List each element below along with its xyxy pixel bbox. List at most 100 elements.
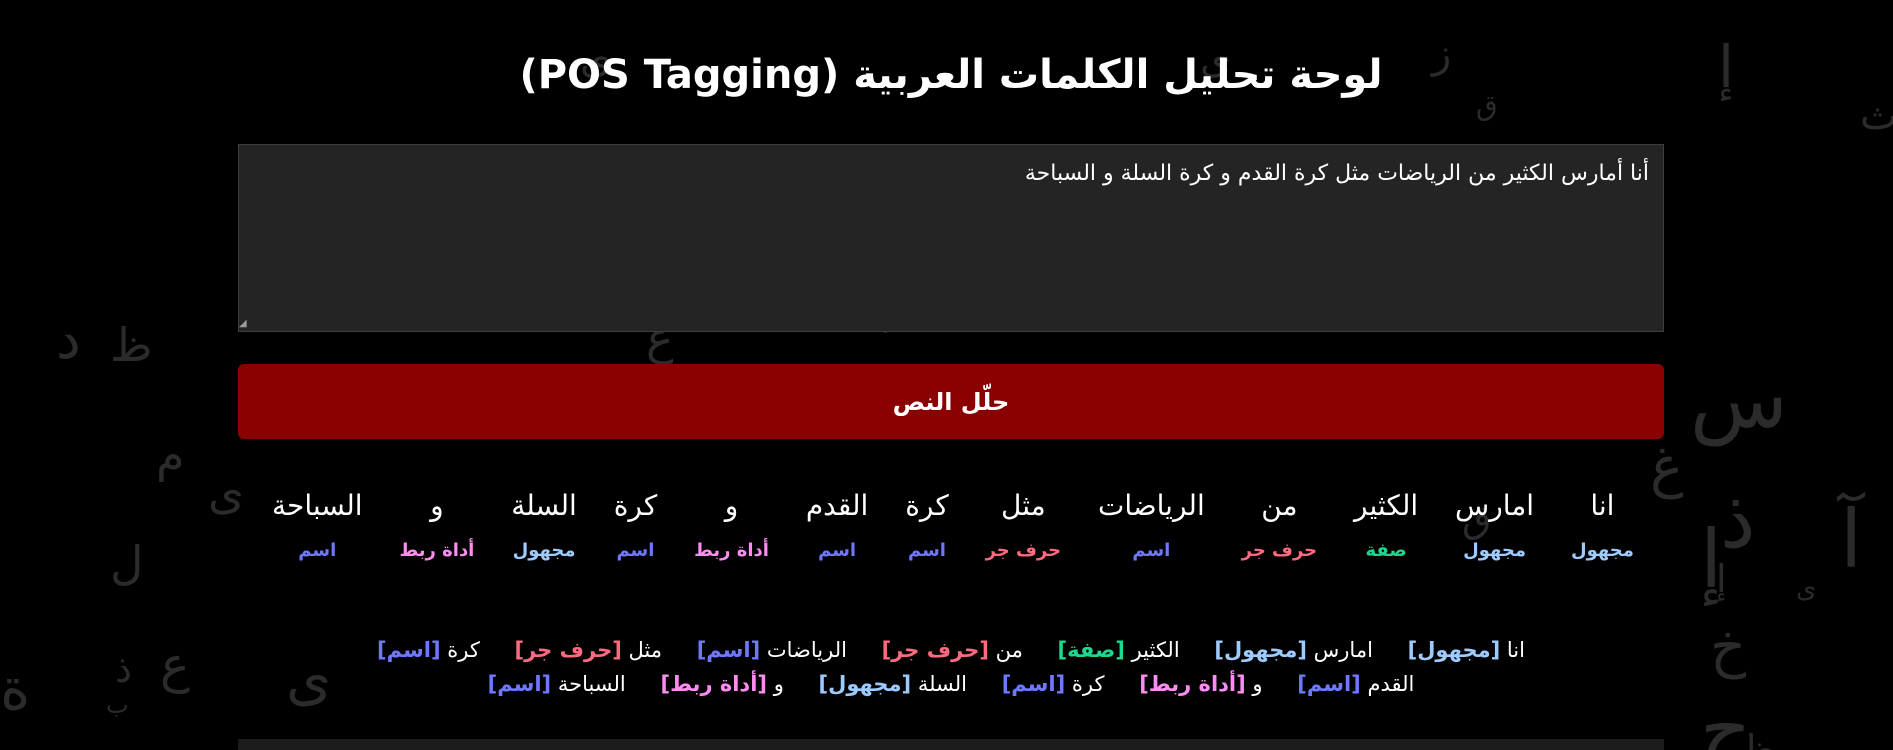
token-word: الرياضات: [1097, 489, 1205, 522]
background-letter: د: [56, 307, 81, 372]
inline-tagged-text: انا [مجهول] امارس [مجهول] الكثير [صفة] م…: [238, 633, 1664, 701]
inline-token: كرة [اسم]: [1002, 672, 1105, 696]
inline-tag: [اسم]: [696, 638, 761, 662]
inline-token: كرة [اسم]: [377, 638, 480, 662]
background-letter: م: [156, 428, 185, 482]
token-word: كرة: [905, 489, 949, 522]
inline-tag: [مجهول]: [1407, 638, 1501, 662]
page: إزقثدظمىسغذإآىإخعذبةىجظقعىىعلا لوحة تحلي…: [0, 0, 1893, 750]
token-word: و: [724, 489, 739, 522]
background-letter: ة: [0, 655, 31, 723]
bottom-panel-edge: [238, 739, 1664, 750]
inline-word: الكثير: [1131, 638, 1180, 662]
background-letter: ظ: [110, 318, 153, 372]
token-tag: حرف جر: [1241, 540, 1318, 561]
inline-word: و: [773, 672, 784, 696]
token-item: القدم اسم: [806, 486, 869, 561]
inline-tag: [حرف جر]: [881, 638, 989, 662]
background-letter: ى: [1796, 574, 1817, 604]
background-letter: ج: [1700, 683, 1752, 750]
token-item: و أداة ربط: [694, 486, 769, 561]
token-word: كرة: [613, 489, 658, 522]
token-item: كرة اسم: [614, 486, 657, 561]
token-word: السلة: [511, 489, 577, 522]
token-item: من حرف جر: [1242, 486, 1318, 561]
inline-tag: [اسم]: [1297, 672, 1361, 696]
background-letter: ل: [110, 536, 144, 590]
inline-tag: [أداة ربط]: [660, 672, 768, 696]
inline-tag: [اسم]: [487, 672, 552, 696]
inline-word: السلة: [917, 672, 968, 696]
background-letter: خ: [1710, 615, 1747, 680]
inline-tag: [حرف جر]: [514, 638, 622, 662]
token-tag: مجهول: [512, 540, 576, 561]
inline-tag: [أداة ربط]: [1139, 672, 1246, 696]
inline-token: و [أداة ربط]: [660, 672, 783, 696]
background-letter: إ: [1718, 33, 1735, 101]
inline-token: انا [مجهول]: [1408, 638, 1525, 662]
token-tag: مجهول: [1570, 540, 1634, 561]
token-word: امارس: [1455, 489, 1535, 522]
inline-token: السباحة [اسم]: [488, 672, 626, 696]
token-tag: مجهول: [1463, 540, 1526, 561]
token-word: من: [1261, 489, 1298, 522]
inline-word: و: [1252, 672, 1263, 696]
token-list: انا مجهول امارس مجهول الكثير صفة من حرف جر الريا…: [238, 486, 1664, 561]
token-word: و: [430, 489, 444, 522]
token-item: كرة اسم: [905, 486, 948, 561]
background-letter: ذ: [1720, 473, 1756, 566]
token-item: انا مجهول: [1571, 486, 1634, 561]
inline-word: امارس: [1313, 638, 1373, 662]
inline-word: السباحة: [557, 672, 626, 696]
token-word: مثل: [1001, 489, 1046, 522]
token-tag: صفة: [1365, 540, 1407, 561]
token-tag: اسم: [1132, 540, 1171, 561]
background-letter: ث: [1860, 93, 1893, 139]
token-item: امارس مجهول: [1455, 486, 1534, 561]
token-item: و أداة ربط: [399, 486, 474, 561]
inline-tag: [اسم]: [1001, 672, 1066, 696]
analyze-button[interactable]: حلّل النص: [238, 364, 1664, 439]
resize-grip-icon[interactable]: ◢: [239, 319, 249, 329]
background-letter: س: [1690, 353, 1788, 446]
background-letter: ظ: [1740, 727, 1776, 750]
inline-word: كرة: [1071, 672, 1105, 696]
inline-word: انا: [1506, 638, 1525, 662]
inline-token: القدم [اسم]: [1297, 672, 1414, 696]
inline-token: امارس [مجهول]: [1214, 638, 1373, 662]
text-input[interactable]: [238, 144, 1664, 332]
inline-token: مثل [حرف جر]: [515, 638, 662, 662]
inline-token: الكثير [صفة]: [1058, 638, 1180, 662]
inline-word: القدم: [1367, 672, 1415, 696]
inline-word: من: [995, 638, 1023, 662]
token-item: مثل حرف جر: [986, 486, 1062, 561]
token-tag: اسم: [616, 540, 655, 561]
token-tag: اسم: [907, 540, 946, 561]
inline-tag: [مجهول]: [818, 672, 912, 696]
token-tag: أداة ربط: [399, 540, 475, 561]
token-word: القدم: [805, 489, 869, 522]
background-letter: ع: [160, 636, 190, 694]
token-word: انا: [1590, 489, 1615, 522]
token-tag: أداة ربط: [694, 540, 769, 561]
background-letter: إ: [1700, 513, 1723, 606]
inline-word: الرياضات: [766, 638, 847, 662]
background-letter: آ: [1840, 493, 1863, 586]
token-item: الرياضات اسم: [1098, 486, 1205, 561]
background-letter: ب: [106, 691, 129, 719]
token-item: السلة مجهول: [511, 486, 577, 561]
token-tag: اسم: [818, 540, 857, 561]
background-letter: ذ: [115, 647, 132, 691]
token-item: السباحة اسم: [272, 486, 363, 561]
inline-token: من [حرف جر]: [882, 638, 1023, 662]
inline-tag: [مجهول]: [1214, 638, 1307, 662]
inline-tag: [اسم]: [377, 638, 441, 662]
inline-word: كرة: [447, 638, 480, 662]
token-word: الكثير: [1354, 489, 1419, 522]
token-tag: اسم: [298, 540, 337, 561]
background-letter: إ: [1716, 557, 1727, 601]
inline-word: مثل: [628, 638, 663, 662]
inline-tag: [صفة]: [1057, 638, 1125, 662]
page-title: لوحة تحليل الكلمات العربية (POS Tagging): [519, 52, 1383, 98]
token-item: الكثير صفة: [1354, 486, 1418, 561]
